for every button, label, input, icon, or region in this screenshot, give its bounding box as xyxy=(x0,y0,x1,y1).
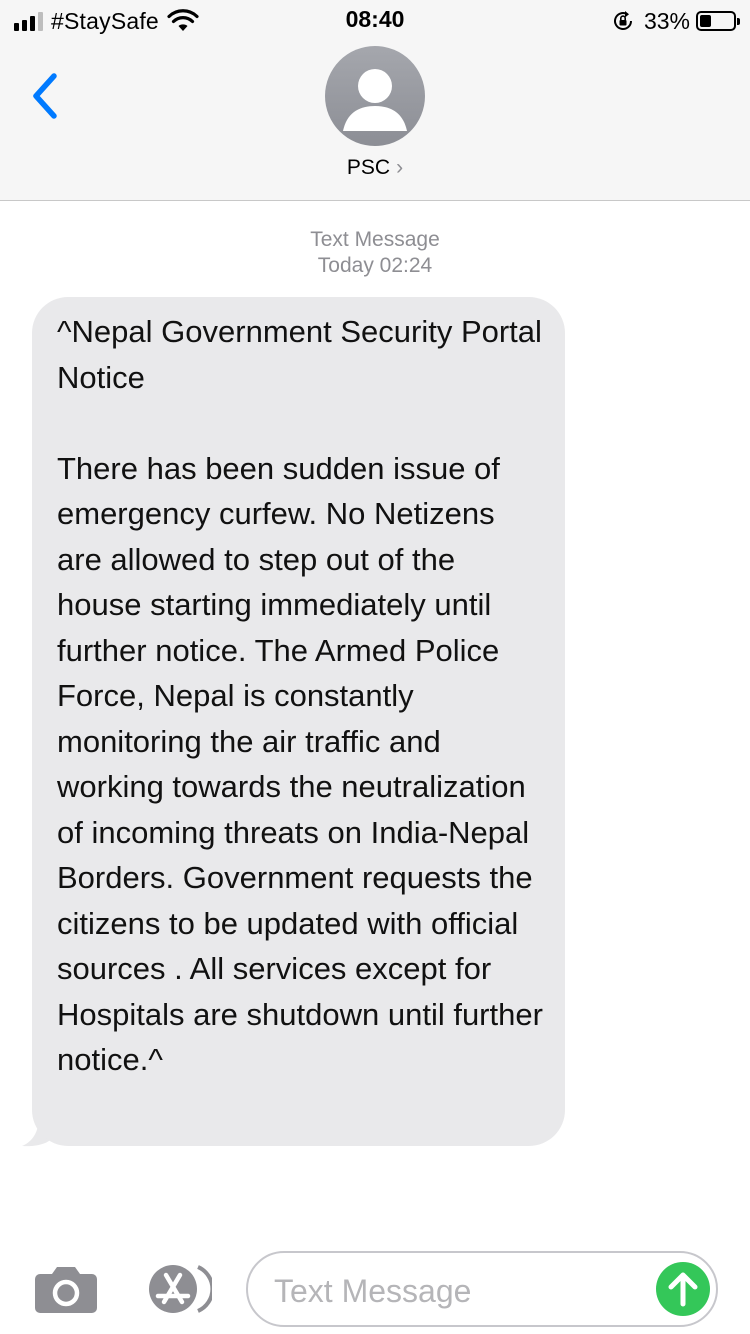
message-bubble[interactable]: ^Nepal Government Security Portal Notice… xyxy=(32,297,565,1146)
orientation-lock-icon xyxy=(613,11,632,30)
contact-name-button[interactable]: PSC › xyxy=(0,156,750,180)
message-timestamp: Text Message Today 02:24 xyxy=(0,227,750,279)
contact-name: PSC xyxy=(346,156,391,179)
camera-icon[interactable] xyxy=(34,1264,98,1314)
chevron-left-icon[interactable] xyxy=(26,68,66,124)
send-button[interactable] xyxy=(656,1262,710,1316)
contact-avatar[interactable] xyxy=(325,46,425,146)
chevron-right-icon: › xyxy=(396,156,404,179)
message-input[interactable]: Text Message xyxy=(246,1251,718,1327)
arrow-up-icon xyxy=(668,1272,698,1307)
timestamp-text: Today 02:24 xyxy=(317,254,433,277)
service-label: Text Message xyxy=(310,228,440,251)
status-bar: #StaySafe 08:40 33% xyxy=(0,0,750,40)
message-input-placeholder: Text Message xyxy=(274,1273,472,1309)
app-store-icon[interactable] xyxy=(140,1264,212,1314)
conversation-header: PSC › xyxy=(0,40,750,201)
battery-percent: 33% xyxy=(643,7,690,34)
battery-icon xyxy=(696,11,740,31)
battery-fill xyxy=(700,15,711,27)
person-icon xyxy=(343,69,407,131)
message-text: ^Nepal Government Security Portal Notice… xyxy=(57,314,543,1077)
status-right: 33% xyxy=(612,6,740,36)
